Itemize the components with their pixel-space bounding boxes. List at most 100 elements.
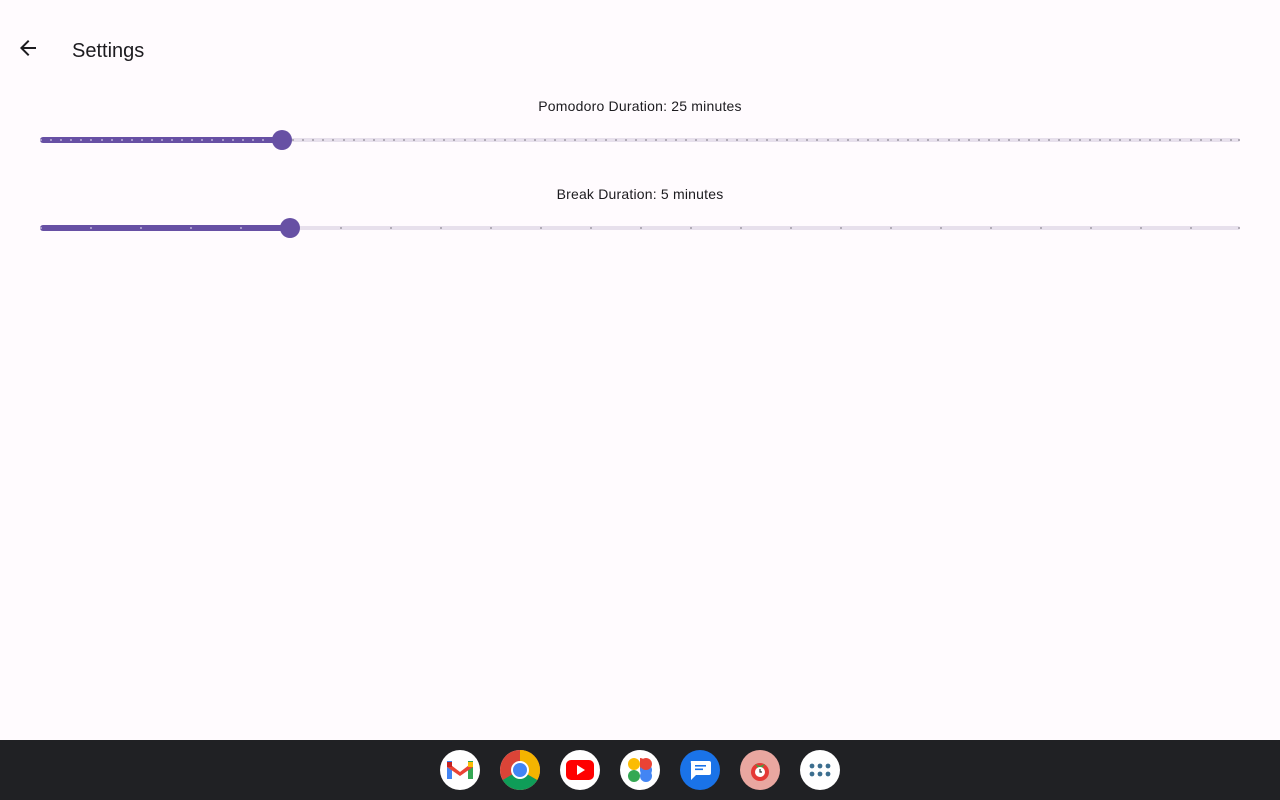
slider-tick [846,139,849,141]
slider-tick [1078,139,1081,141]
slider-tick [190,227,192,229]
slider-tick [340,227,342,229]
slider-tick [715,139,718,141]
slider-tick [483,139,486,141]
slider-tick [604,139,607,141]
slider-tick [240,227,242,229]
slider-tick [1040,227,1042,229]
slider-tick [1238,227,1240,229]
slider-thumb[interactable] [280,218,300,238]
slider-tick [390,227,392,229]
app-bar: Settings [0,18,1280,82]
arrow-back-icon [16,36,40,65]
slider-thumb[interactable] [272,130,293,150]
slider-tick [90,227,92,229]
slider-tick [856,139,859,141]
back-button[interactable] [8,28,48,72]
slider-tick [372,139,375,141]
photos-icon[interactable] [620,750,660,790]
slider-tick [1189,139,1192,141]
slider-tick [866,139,869,141]
slider-tick [1118,139,1121,141]
messages-icon[interactable] [680,750,720,790]
slider-tick [140,227,142,229]
break-duration-label: Break Duration: 5 minutes [556,186,724,202]
slider-tick [640,227,642,229]
slider-tick [1229,139,1232,141]
slider-tick [624,139,627,141]
slider-tick [392,139,395,141]
slider-tick [1238,139,1240,141]
taskbar [0,740,1280,800]
slider-tick [120,139,123,141]
slider-tick [110,139,113,141]
slider-tick [840,227,842,229]
slider-active-track [40,225,290,231]
slider-tick [231,139,234,141]
slider-tick [1088,139,1091,141]
slider-tick [755,139,758,141]
slider-tick [513,139,516,141]
slider-tick [130,139,133,141]
slider-tick [584,139,587,141]
slider-tick [735,139,738,141]
slider-tick [100,139,103,141]
slider-tick [362,139,365,141]
slider-tick [947,139,950,141]
slider-tick [150,139,153,141]
slider-tick [1190,227,1192,229]
slider-tick [1098,139,1101,141]
slider-tick [634,139,637,141]
slider-tick [690,227,692,229]
slider-tick [382,139,385,141]
slider-tick [493,139,496,141]
slider-tick [967,139,970,141]
slider-tick [997,139,1000,141]
slider-tick [342,139,345,141]
slider-tick [1199,139,1202,141]
slider-tick [645,139,648,141]
slider-tick [403,139,406,141]
slider-tick [836,139,839,141]
youtube-icon[interactable] [560,750,600,790]
slider-tick [221,139,224,141]
gmail-icon[interactable] [440,750,480,790]
slider-tick [40,139,42,141]
app-launcher-icon[interactable] [800,750,840,790]
slider-tick [140,139,143,141]
slider-tick [876,139,879,141]
slider-tick [725,139,728,141]
chrome-icon[interactable] [500,750,540,790]
slider-tick [740,227,742,229]
tomato-app-icon[interactable] [740,750,780,790]
slider-tick [251,139,254,141]
slider-tick [1068,139,1071,141]
slider-tick [490,227,492,229]
pomodoro-duration-label: Pomodoro Duration: 25 minutes [538,98,742,114]
slider-tick [614,139,617,141]
slider-tick [40,227,42,229]
slider-tick [990,227,992,229]
slider-tick [987,139,990,141]
slider-tick [1140,227,1142,229]
slider-tick [524,139,527,141]
slider-tick [352,139,355,141]
slider-tick [161,139,163,141]
slider-tick [440,227,442,229]
slider-tick [977,139,980,141]
slider-tick [473,139,476,141]
slider-tick [1209,139,1212,141]
slider-tick [1219,139,1222,141]
slider-tick [261,139,264,141]
slider-tick [826,139,829,141]
slider-tick [503,139,506,141]
break-duration-slider[interactable] [40,216,1240,240]
slider-tick [705,139,708,141]
slider-tick [1108,139,1111,141]
slider-tick [745,139,748,141]
page-title: Settings [72,40,145,62]
slider-tick [790,227,792,229]
pomodoro-duration-slider[interactable] [40,128,1240,152]
slider-tick [463,139,466,141]
slider-tick [594,139,597,141]
